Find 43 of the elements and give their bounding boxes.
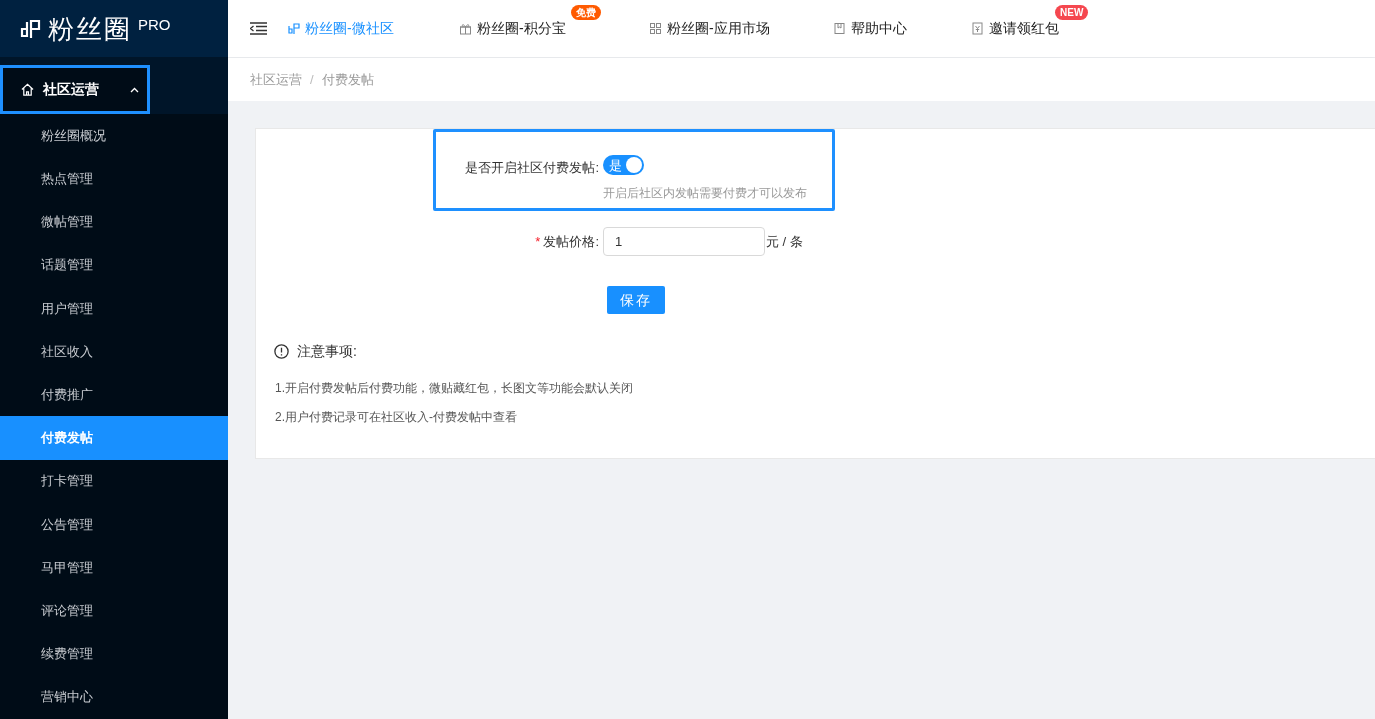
grid-icon xyxy=(649,22,662,35)
menu-fold-icon[interactable] xyxy=(250,22,267,35)
sidebar-item[interactable]: 续费管理 xyxy=(0,632,228,676)
nav-link[interactable]: 帮助中心 xyxy=(851,18,907,39)
notice-text: 1.开启付费发帖后付费功能，微贴藏红包，长图文等功能会默认关闭 xyxy=(275,380,633,397)
sidebar-item[interactable]: 社区收入 xyxy=(0,329,228,374)
required-mark: * xyxy=(535,232,541,251)
sidebar-item[interactable]: 评论管理 xyxy=(0,589,228,633)
envelope-icon xyxy=(971,22,984,35)
sidebar-item[interactable]: 粉丝圈概况 xyxy=(0,114,228,158)
nav-badge: NEW xyxy=(1055,5,1089,20)
home-icon xyxy=(21,83,34,96)
nav-link[interactable]: 粉丝圈-积分宝 xyxy=(477,18,566,39)
warning-icon xyxy=(274,344,289,359)
field-label: 发帖价格: xyxy=(543,232,599,251)
breadcrumb-separator: / xyxy=(310,70,314,89)
sidebar-item[interactable]: 微帖管理 xyxy=(0,200,228,244)
sidebar-item[interactable]: 话题管理 xyxy=(0,243,228,287)
nav-badge: 免费 xyxy=(571,5,601,20)
unit-text: 元 / 条 xyxy=(766,232,803,251)
sidebar-item[interactable]: 公告管理 xyxy=(0,502,228,546)
notice-title: 注意事项: xyxy=(297,342,357,361)
logo-text: 粉丝圈 xyxy=(48,15,132,42)
sidebar-item[interactable]: 热点管理 xyxy=(0,157,228,201)
field-label: 是否开启社区付费发帖: xyxy=(464,159,600,177)
nav-link[interactable]: 粉丝圈-应用市场 xyxy=(667,18,770,39)
sidebar-item[interactable]: 打卡管理 xyxy=(0,459,228,503)
gift-icon xyxy=(459,22,472,35)
sidebar-item[interactable]: 付费推广 xyxy=(0,373,228,417)
sidebar-item[interactable]: 用户管理 xyxy=(0,286,228,330)
nav-link[interactable]: 邀请领红包 xyxy=(989,18,1059,39)
link-icon xyxy=(287,22,300,35)
logo-suffix-text: PRO xyxy=(138,15,171,35)
price-input[interactable]: 1 xyxy=(603,227,765,256)
field-hint: 开启后社区内发帖需要付费才可以发布 xyxy=(603,185,807,202)
notice-text: 2.用户付费记录可在社区收入-付费发帖中查看 xyxy=(275,409,518,426)
sidebar-item[interactable]: 营销中心 xyxy=(0,675,228,719)
sidebar-item[interactable]: 马甲管理 xyxy=(0,545,228,590)
breadcrumb-item: 付费发帖 xyxy=(321,70,374,89)
caret-icon xyxy=(130,86,139,93)
sidebar-group-header[interactable]: 社区运营 xyxy=(0,65,150,114)
book-icon xyxy=(833,22,846,35)
logo-icon xyxy=(20,17,42,40)
